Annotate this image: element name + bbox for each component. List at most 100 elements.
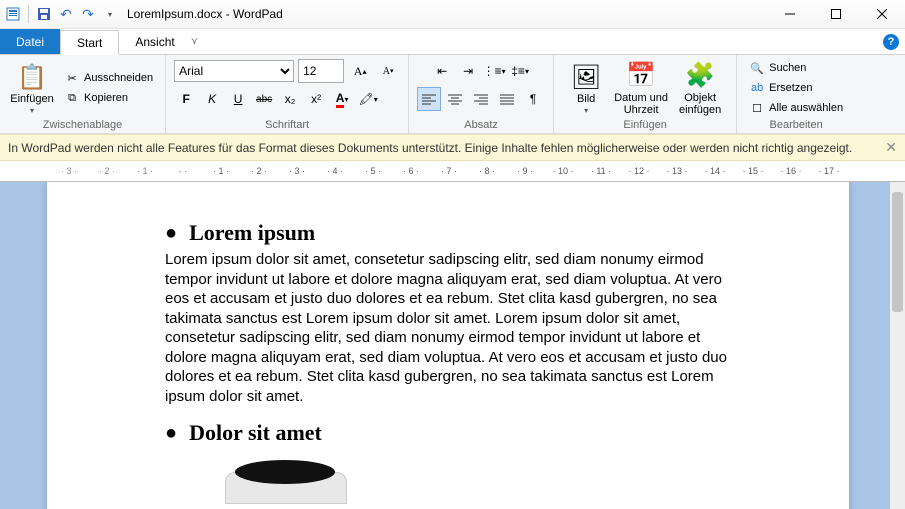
redo-icon[interactable]: ↷ <box>79 5 97 23</box>
find-button[interactable]: 🔍Suchen <box>745 59 847 77</box>
document-area: · 3 ·· 2 ·· 1 ·· ·· 1 ·· 2 ·· 3 ·· 4 ·· … <box>0 161 905 509</box>
ruler-tick: · 3 · <box>278 166 316 176</box>
line-spacing-button[interactable]: ‡≡▾ <box>508 59 532 83</box>
replace-icon: ab <box>749 80 765 96</box>
tab-view[interactable]: Ansicht <box>119 29 190 54</box>
ruler-tick: · 17 · <box>810 166 848 176</box>
strikethrough-button[interactable]: abc <box>252 87 276 111</box>
group-label-clipboard: Zwischenablage <box>8 117 157 131</box>
ruler-tick: · 11 · <box>582 166 620 176</box>
scroll-thumb[interactable] <box>892 192 903 312</box>
ruler-tick: · 3 · <box>50 166 88 176</box>
grow-font-button[interactable]: A▴ <box>348 59 372 83</box>
ruler-tick: · 10 · <box>544 166 582 176</box>
picture-icon: 🖼 <box>570 61 602 93</box>
ruler-tick: · 6 · <box>392 166 430 176</box>
group-label-paragraph: Absatz <box>417 117 545 131</box>
ruler-tick: · 2 · <box>88 166 126 176</box>
qat-dropdown-icon[interactable]: ▾ <box>101 5 119 23</box>
select-all-icon: ☐ <box>749 100 765 116</box>
ruler-tick: · 2 · <box>240 166 278 176</box>
object-icon: 🧩 <box>684 60 716 92</box>
object-button[interactable]: 🧩 Objekteinfügen <box>672 60 728 116</box>
datetime-button[interactable]: 📅 Datum undUhrzeit <box>610 60 672 116</box>
app-icon[interactable] <box>4 5 22 23</box>
bullets-button[interactable]: ⋮≡▾ <box>482 59 506 83</box>
cut-icon: ✂ <box>64 70 80 86</box>
bullet-icon: ● <box>165 222 177 245</box>
ruler-tick: · 9 · <box>506 166 544 176</box>
paste-button[interactable]: 📋 Einfügen ▾ <box>8 61 56 114</box>
ruler-tick: · 7 · <box>430 166 468 176</box>
help-icon[interactable]: ? <box>883 34 899 50</box>
ruler-tick: · · <box>164 166 202 176</box>
cut-button[interactable]: ✂Ausschneiden <box>60 69 157 87</box>
app-window: ↶ ↷ ▾ LoremIpsum.docx - WordPad Datei St… <box>0 0 905 509</box>
group-insert: 🖼 Bild ▾ 📅 Datum undUhrzeit 🧩 Objekteinf… <box>554 55 737 133</box>
embedded-image <box>225 460 345 500</box>
shrink-font-button[interactable]: A▾ <box>376 59 400 83</box>
highlight-button[interactable]: 🖍▾ <box>356 87 380 111</box>
align-center-button[interactable] <box>443 87 467 111</box>
window-title: LoremIpsum.docx - WordPad <box>127 7 283 21</box>
subscript-button[interactable]: x₂ <box>278 87 302 111</box>
quick-access-toolbar: ↶ ↷ ▾ <box>0 5 119 23</box>
warning-bar: In WordPad werden nicht alle Features fü… <box>0 134 905 161</box>
title-bar: ↶ ↷ ▾ LoremIpsum.docx - WordPad <box>0 0 905 29</box>
decrease-indent-button[interactable]: ⇤ <box>430 59 454 83</box>
vertical-scrollbar[interactable] <box>890 182 905 509</box>
ruler-tick: · 14 · <box>696 166 734 176</box>
ruler-tick: · 8 · <box>468 166 506 176</box>
ruler-tick: · 12 · <box>620 166 658 176</box>
ruler-tick: · 16 · <box>772 166 810 176</box>
underline-button[interactable]: U <box>226 87 250 111</box>
ruler-tick: · 1 · <box>126 166 164 176</box>
font-family-select[interactable]: Arial <box>174 60 294 82</box>
document-scroll[interactable]: ●Lorem ipsum Lorem ipsum dolor sit amet,… <box>0 182 905 509</box>
group-edit: 🔍Suchen abErsetzen ☐Alle auswählen Bearb… <box>737 55 855 133</box>
replace-button[interactable]: abErsetzen <box>745 79 847 97</box>
minimize-button[interactable] <box>767 0 813 28</box>
close-warning-button[interactable]: ✕ <box>885 139 897 156</box>
ruler-tick: · 13 · <box>658 166 696 176</box>
ruler-tick: · 1 · <box>202 166 240 176</box>
tab-file[interactable]: Datei <box>0 29 60 54</box>
align-right-button[interactable] <box>469 87 493 111</box>
ruler[interactable]: · 3 ·· 2 ·· 1 ·· ·· 1 ·· 2 ·· 3 ·· 4 ·· … <box>0 161 905 182</box>
copy-button[interactable]: ⧉Kopieren <box>60 89 157 107</box>
window-controls <box>767 0 905 28</box>
group-label-insert: Einfügen <box>562 117 728 131</box>
ruler-tick: · 4 · <box>316 166 354 176</box>
search-icon: 🔍 <box>749 60 765 76</box>
bold-button[interactable]: F <box>174 87 198 111</box>
font-size-input[interactable] <box>298 59 344 83</box>
paragraph-dialog-button[interactable]: ¶ <box>521 87 545 111</box>
select-all-button[interactable]: ☐Alle auswählen <box>745 99 847 117</box>
picture-button[interactable]: 🖼 Bild ▾ <box>562 61 610 114</box>
undo-icon[interactable]: ↶ <box>57 5 75 23</box>
align-justify-button[interactable] <box>495 87 519 111</box>
heading-2: ●Dolor sit amet <box>165 420 731 446</box>
close-button[interactable] <box>859 0 905 28</box>
maximize-button[interactable] <box>813 0 859 28</box>
align-left-button[interactable] <box>417 87 441 111</box>
superscript-button[interactable]: x² <box>304 87 328 111</box>
group-font: Arial A▴ A▾ F K U abc x₂ x² A▾ 🖍▾ Schrif… <box>166 55 409 133</box>
increase-indent-button[interactable]: ⇥ <box>456 59 480 83</box>
paste-icon: 📋 <box>16 61 48 93</box>
italic-button[interactable]: K <box>200 87 224 111</box>
paragraph-1: Lorem ipsum dolor sit amet, consetetur s… <box>165 250 731 406</box>
group-paragraph: ⇤ ⇥ ⋮≡▾ ‡≡▾ ¶ Absatz <box>409 55 554 133</box>
bullet-icon: ● <box>165 422 177 445</box>
ribbon: 📋 Einfügen ▾ ✂Ausschneiden ⧉Kopieren Zwi… <box>0 55 905 134</box>
save-icon[interactable] <box>35 5 53 23</box>
group-clipboard: 📋 Einfügen ▾ ✂Ausschneiden ⧉Kopieren Zwi… <box>0 55 166 133</box>
group-label-edit: Bearbeiten <box>745 117 847 131</box>
ruler-tick: · 15 · <box>734 166 772 176</box>
ribbon-collapse-icon[interactable]: ⋎ <box>191 36 198 47</box>
font-color-button[interactable]: A▾ <box>330 87 354 111</box>
tab-start[interactable]: Start <box>60 30 119 55</box>
ribbon-tabs: Datei Start Ansicht ⋎ ? <box>0 29 905 55</box>
page[interactable]: ●Lorem ipsum Lorem ipsum dolor sit amet,… <box>47 182 849 509</box>
heading-1: ●Lorem ipsum <box>165 220 731 246</box>
